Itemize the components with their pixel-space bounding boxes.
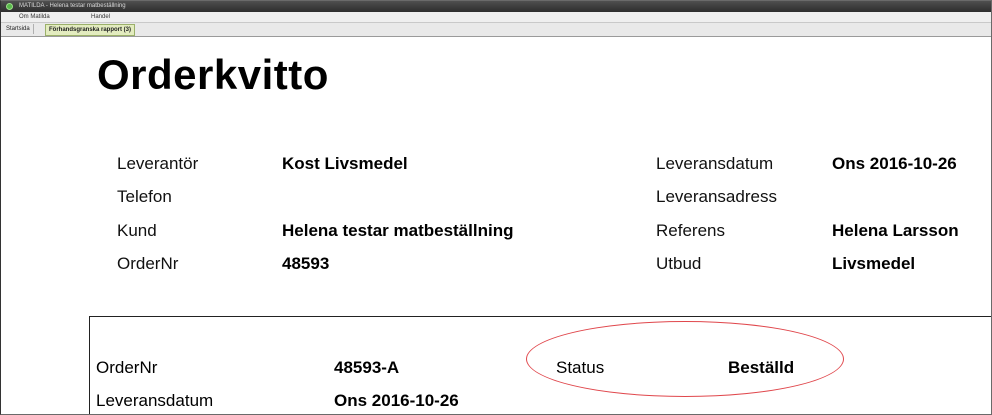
menu-item-handel[interactable]: Handel (91, 12, 110, 22)
ordernr-value: 48593 (282, 254, 330, 273)
title-bar: MATILDA - Helena testar matbeställning (1, 1, 991, 12)
tab-bar: Startsida Förhandsgranska rapport (3) (1, 23, 991, 37)
reference-value: Helena Larsson (832, 221, 959, 240)
assortment-value: Livsmedel (832, 254, 916, 273)
delivery-date-value: Ons 2016-10-26 (832, 154, 957, 173)
order-details-table (89, 316, 991, 414)
window-title: MATILDA - Helena testar matbeställning (19, 3, 126, 9)
customer-value: Helena testar matbeställning (282, 221, 514, 240)
reference-label: Referens (656, 221, 725, 240)
delivery-date-label: Leveransdatum (656, 154, 774, 173)
tab-report-preview[interactable]: Förhandsgranska rapport (3) (45, 24, 136, 36)
phone-label: Telefon (117, 187, 172, 206)
assortment-label: Utbud (656, 254, 702, 273)
order-table-date-label: Leveransdatum (96, 391, 214, 410)
order-table-ordernr-value: 48593-A (334, 358, 400, 377)
status-badge: Beställd (728, 358, 795, 377)
status-label: Status (556, 358, 605, 377)
menu-bar: Om Matilda Handel (1, 12, 991, 23)
page-title: Orderkvitto (97, 51, 329, 98)
tab-startsida[interactable]: Startsida (3, 24, 34, 34)
customer-label: Kund (117, 221, 157, 240)
application-window: MATILDA - Helena testar matbeställning O… (0, 0, 992, 415)
matilda-logo-icon (6, 3, 13, 10)
menu-item-om-matilda[interactable]: Om Matilda (19, 12, 50, 22)
supplier-label: Leverantör (117, 154, 199, 173)
supplier-value: Kost Livsmedel (282, 154, 408, 173)
order-table-ordernr-label: OrderNr (96, 358, 158, 377)
ordernr-label: OrderNr (117, 254, 179, 273)
delivery-address-label: Leveransadress (656, 187, 777, 206)
order-table-date-value: Ons 2016-10-26 (334, 391, 459, 410)
